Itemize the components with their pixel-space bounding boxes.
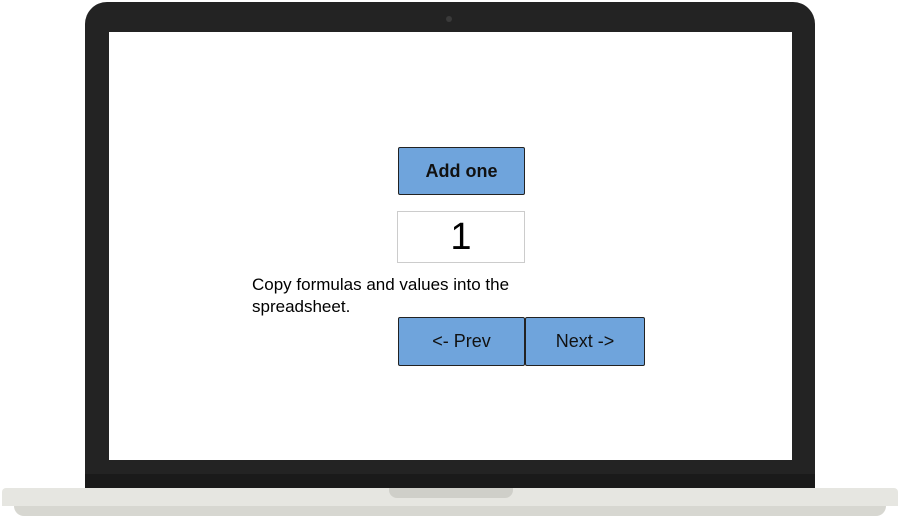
laptop-base-shadow xyxy=(14,506,886,516)
prev-button[interactable]: <- Prev xyxy=(398,317,525,366)
add-one-button[interactable]: Add one xyxy=(398,147,525,195)
camera-icon xyxy=(446,16,452,22)
screen: Add one 1 Copy formulas and values into … xyxy=(109,32,792,460)
laptop-notch xyxy=(389,488,513,498)
counter-display: 1 xyxy=(397,211,525,263)
next-button[interactable]: Next -> xyxy=(525,317,645,366)
instructions-text: Copy formulas and values into the spread… xyxy=(252,275,510,316)
